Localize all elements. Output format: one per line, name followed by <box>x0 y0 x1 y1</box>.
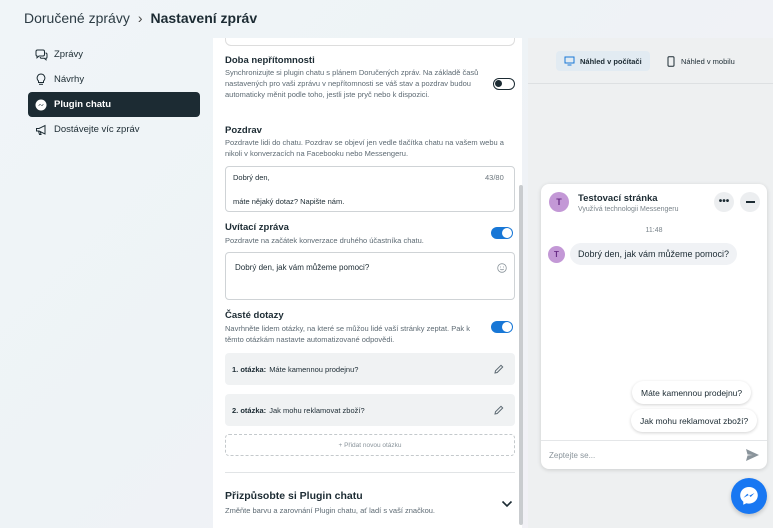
messenger-chat-button[interactable] <box>731 478 767 514</box>
chevron-right-icon: › <box>137 10 143 26</box>
faq-question-text: Jak mohu reklamovat zboží? <box>269 405 365 415</box>
sidebar-item-label: Dostávejte víc zpráv <box>54 124 140 135</box>
monitor-icon <box>564 56 575 66</box>
emoji-icon[interactable] <box>497 260 507 273</box>
page-title: Nastavení zpráv <box>150 10 258 26</box>
customize-desc: Změňte barvu a zarovnání Plugin chatu, a… <box>225 506 436 515</box>
send-icon[interactable] <box>745 448 760 462</box>
section-divider <box>225 472 515 473</box>
greeting-line-2: máte nějaký dotaz? Napište nám. <box>233 197 345 206</box>
customize-title[interactable]: Přizpůsobte si Plugin chatu <box>225 490 363 502</box>
message-avatar: T <box>548 246 565 263</box>
tab-label: Náhled v počítači <box>580 56 642 66</box>
sidebar: Zprávy Návrhy Plugin chatu Dostávejte ví… <box>28 42 200 142</box>
away-title: Doba nepřítomnosti <box>225 55 315 66</box>
more-options-button[interactable]: ••• <box>714 192 734 212</box>
quick-reply-2[interactable]: Jak mohu reklamovat zboží? <box>631 409 758 432</box>
sidebar-item-zpravy[interactable]: Zprávy <box>28 42 200 67</box>
faq-question-1[interactable]: 1. otázka: Máte kamennou prodejnu? <box>225 353 515 385</box>
sidebar-item-label: Návrhy <box>54 74 85 85</box>
faq-title: Časté dotazy <box>225 310 284 321</box>
faq-desc: Navrhněte lidem otázky, na které se můžo… <box>225 324 470 344</box>
minus-icon <box>745 201 755 203</box>
lightbulb-icon <box>34 73 48 87</box>
add-question-button[interactable]: + Přidat novou otázku <box>225 434 515 456</box>
chat-bubbles-icon <box>34 48 48 62</box>
sidebar-item-label: Plugin chatu <box>54 99 111 110</box>
messenger-icon <box>34 98 48 112</box>
welcome-desc: Pozdravte na začátek konverzace druhého … <box>225 236 424 245</box>
composer-input[interactable]: Zeptejte se... <box>549 451 595 460</box>
faq-question-prefix: 1. otázka: <box>232 364 267 374</box>
chevron-down-icon[interactable] <box>501 496 513 508</box>
greeting-counter: 43/80 <box>485 173 504 182</box>
greeting-desc: Pozdravte lidi do chatu. Pozdrav se obje… <box>225 138 504 158</box>
composer-divider <box>541 440 767 441</box>
chat-page-name: Testovací stránka <box>578 193 658 204</box>
megaphone-icon <box>34 123 48 137</box>
panel-scrollbar[interactable] <box>519 185 523 525</box>
sidebar-item-plugin-chatu[interactable]: Plugin chatu <box>28 92 200 117</box>
breadcrumb-root[interactable]: Doručené zprávy <box>24 10 130 26</box>
away-desc: Synchronizujte si plugin chatu s plánem … <box>225 68 479 99</box>
avatar: T <box>549 192 569 212</box>
away-toggle[interactable] <box>493 78 515 90</box>
breadcrumb: Doručené zprávy › Nastavení zpráv <box>0 0 773 36</box>
chat-timestamp: 11:48 <box>645 227 663 234</box>
faq-question-prefix: 2. otázka: <box>232 405 267 415</box>
messenger-icon <box>738 485 760 507</box>
sidebar-item-label: Zprávy <box>54 49 84 60</box>
welcome-title: Uvítací zpráva <box>225 222 289 233</box>
pencil-icon[interactable] <box>493 363 505 375</box>
sidebar-item-dostavejte[interactable]: Dostávejte víc zpráv <box>28 117 200 142</box>
panel-top-edge <box>225 38 515 46</box>
quick-reply-1[interactable]: Máte kamennou prodejnu? <box>632 381 752 404</box>
minimize-button[interactable] <box>740 192 760 212</box>
greeting-line-1: Dobrý den, <box>233 173 270 182</box>
chat-powered-by: Využívá technologii Messengeru <box>578 206 679 213</box>
welcome-input[interactable] <box>225 252 515 300</box>
welcome-toggle[interactable] <box>491 227 513 239</box>
tab-desktop-preview[interactable]: Náhled v počítači <box>556 51 650 71</box>
phone-icon <box>667 55 675 67</box>
pencil-icon[interactable] <box>493 404 505 416</box>
greeting-title: Pozdrav <box>225 125 262 136</box>
faq-toggle[interactable] <box>491 321 513 333</box>
faq-question-text: Máte kamennou prodejnu? <box>269 364 359 374</box>
chat-message: Dobrý den, jak vám můžeme pomoci? <box>570 243 738 265</box>
tab-label: Náhled v mobilu <box>681 56 735 66</box>
sidebar-item-navrhy[interactable]: Návrhy <box>28 67 200 92</box>
welcome-text: Dobrý den, jak vám můžeme pomoci? <box>235 263 370 272</box>
more-icon: ••• <box>718 196 730 207</box>
faq-question-2[interactable]: 2. otázka: Jak mohu reklamovat zboží? <box>225 394 515 426</box>
tab-mobile-preview[interactable]: Náhled v mobilu <box>659 51 743 71</box>
